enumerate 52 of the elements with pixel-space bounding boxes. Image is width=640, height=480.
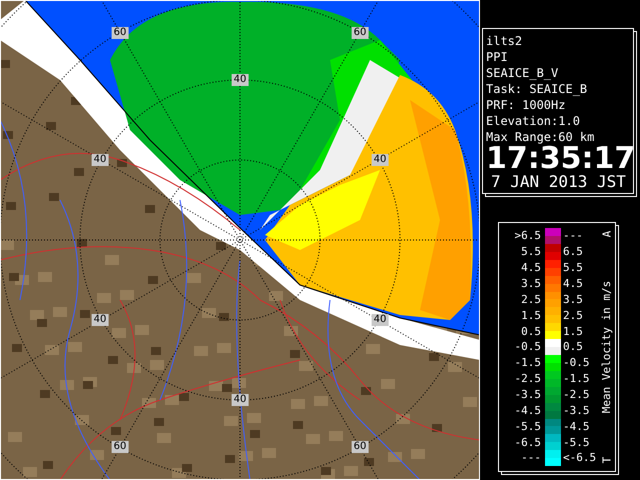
info-line: Max Range:60 km — [486, 129, 594, 144]
legend-label: 5.5 — [562, 261, 584, 274]
legend-label: -3.5 — [562, 404, 590, 417]
legend-label: -2.5 — [514, 372, 542, 386]
info-line: Elevation:1.0 — [486, 113, 581, 129]
range-label: 40 — [372, 314, 388, 326]
range-label: 40 — [92, 314, 108, 326]
range-label: 40 — [232, 74, 248, 86]
range-label: 60 — [352, 441, 368, 453]
legend-label: -6.5 — [514, 436, 542, 449]
legend-title: Mean Velocity in m/s — [601, 280, 613, 414]
legend-label: 2.5 — [520, 292, 542, 306]
legend-label: 6.5 — [562, 245, 584, 258]
info-line: PRF: 1000Hz — [486, 97, 566, 113]
info-line: ilts2 — [486, 33, 524, 49]
legend-label: -1.5 — [514, 356, 542, 370]
legend-label: -3.5 — [514, 388, 542, 402]
date-text: 7 JAN 2013 JST — [491, 173, 627, 191]
legend-label: -0.5 — [562, 356, 590, 370]
legend-label: 4.5 — [520, 261, 542, 274]
range-label: 60 — [112, 27, 128, 39]
legend-label: 3.5 — [562, 292, 584, 306]
legend-mark: A — [601, 230, 613, 238]
legend-label: 2.5 — [562, 308, 584, 322]
legend-label: 1.5 — [562, 324, 584, 338]
legend-label: --- — [562, 229, 584, 242]
legend-label: <-6.5 — [562, 451, 598, 464]
range-label: 40 — [372, 154, 388, 166]
legend-label: -5.5 — [562, 436, 590, 449]
info-line: SEAICE_B_V — [486, 65, 560, 81]
legend-mark: T — [601, 456, 613, 464]
legend-label: >6.5 — [514, 229, 542, 242]
legend-label: -0.5 — [514, 340, 542, 354]
legend-label: 5.5 — [520, 245, 542, 258]
range-label: 60 — [352, 27, 368, 39]
legend-label: 0.5 — [520, 324, 542, 338]
legend-label: -4.5 — [562, 420, 590, 433]
legend-label: --- — [520, 451, 542, 464]
legend-label: 3.5 — [520, 277, 542, 290]
time-text: 17:35:17 — [486, 145, 631, 173]
legend-label: -2.5 — [562, 388, 590, 402]
range-label: 40 — [232, 394, 248, 406]
info-line: PPI — [486, 49, 509, 65]
legend-label: -5.5 — [514, 420, 542, 433]
range-label: 40 — [92, 154, 108, 166]
legend-label: 4.5 — [562, 277, 584, 290]
legend-label: 0.5 — [562, 340, 584, 354]
info-line: Task: SEAICE_B — [486, 81, 588, 97]
legend-label: -1.5 — [562, 372, 590, 386]
legend-label: -4.5 — [514, 404, 542, 417]
legend-label: 1.5 — [520, 308, 542, 322]
range-label: 60 — [112, 441, 128, 453]
